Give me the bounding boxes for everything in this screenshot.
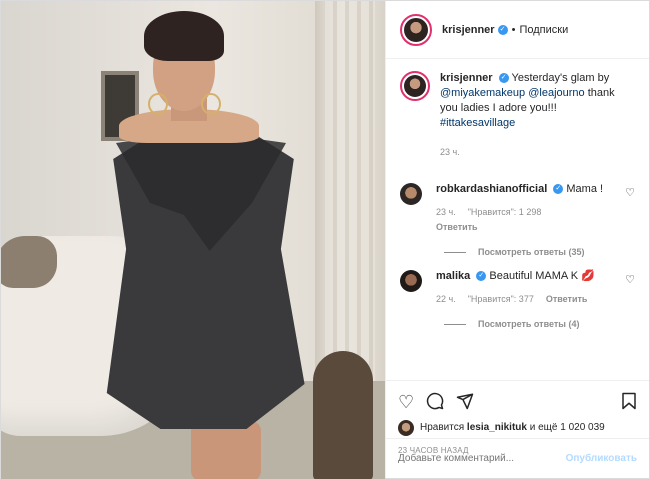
reply-button[interactable]: Ответить [546,294,588,304]
comment-username[interactable]: malika [436,270,470,282]
view-replies-button[interactable]: Посмотреть ответы (35) [444,247,635,257]
earring-right [201,93,221,115]
liked-by-count[interactable]: и ещё 1 020 039 [530,422,605,433]
comment-time[interactable]: 22 ч. [436,294,456,304]
separator-dot: • [511,23,516,36]
caption-text-1: Yesterday's glam by [511,72,610,84]
kiss-emoji-icon: 💋 [581,270,595,282]
heart-icon[interactable]: ♡ [398,393,414,411]
pillow [1,236,57,288]
mention-miyakemakeup[interactable]: @miyakemakeup [440,87,525,99]
comment-like-heart-icon[interactable]: ♡ [625,186,635,199]
add-comment-bar: Опубликовать [386,438,649,478]
author-avatar[interactable] [400,13,432,46]
bookmark-icon[interactable] [621,392,637,413]
comment-avatar[interactable] [400,183,422,205]
author-username[interactable]: krisjenner [442,24,495,36]
view-replies-label: Посмотреть ответы (35) [478,247,585,257]
hashtag-link[interactable]: #ittakesavillage [440,117,515,129]
comment-time[interactable]: 23 ч. [436,207,456,217]
comment-text: Beautiful MAMA K [489,270,579,282]
post-photo[interactable] [1,1,385,479]
comment-likes[interactable]: "Нравится": 377 [468,294,534,304]
comment-username[interactable]: robkardashianofficial [436,183,547,195]
verified-badge-icon: ✓ [498,73,509,84]
view-replies-button[interactable]: Посмотреть ответы (4) [444,319,635,329]
mention-leajourno[interactable]: @leajourno [528,87,584,99]
comment-row: malika ✓ Beautiful MAMA K 💋 22 ч. "Нравит… [400,269,635,307]
comments-list[interactable]: krisjenner ✓ Yesterday's glam by @miyake… [386,59,649,380]
post-sidebar: krisjenner ✓ • Подписки krisjenner ✓ Yes… [385,1,649,478]
reply-button[interactable]: Ответить [436,220,635,235]
caption-avatar[interactable] [400,71,430,101]
earring-left [148,93,168,115]
following-button[interactable]: Подписки [519,24,568,36]
view-replies-label: Посмотреть ответы (4) [478,319,580,329]
share-icon[interactable] [456,392,474,413]
likes-summary[interactable]: Нравится lesia_nikituk и ещё 1 020 039 [398,419,637,436]
comment-likes[interactable]: "Нравится": 1 298 [468,207,542,217]
comment-input[interactable] [398,453,566,464]
post-header: krisjenner ✓ • Подписки [386,1,649,59]
comment-row: robkardashianofficial ✓ Mama ! 23 ч. "Нра… [400,182,635,235]
liked-by-user[interactable]: lesia_nikituk [467,422,527,433]
verified-badge-icon: ✓ [497,24,508,35]
hair [144,11,224,61]
side-table [313,351,373,479]
verified-badge-icon: ✓ [476,271,487,282]
liker-avatar[interactable] [398,420,414,436]
comment-like-heart-icon[interactable]: ♡ [625,273,635,286]
comment-avatar[interactable] [400,270,422,292]
verified-badge-icon: ✓ [553,184,564,195]
curtain [325,1,375,381]
legs [191,421,261,479]
comment-icon[interactable] [426,392,444,413]
post-container: krisjenner ✓ • Подписки krisjenner ✓ Yes… [0,0,650,479]
caption: krisjenner ✓ Yesterday's glam by @miyake… [400,71,635,160]
liked-by-prefix: Нравится [420,422,465,433]
publish-button[interactable]: Опубликовать [566,453,637,464]
comment-text: Mama ! [566,183,604,195]
caption-time[interactable]: 23 ч. [440,147,460,157]
caption-username[interactable]: krisjenner [440,72,493,84]
